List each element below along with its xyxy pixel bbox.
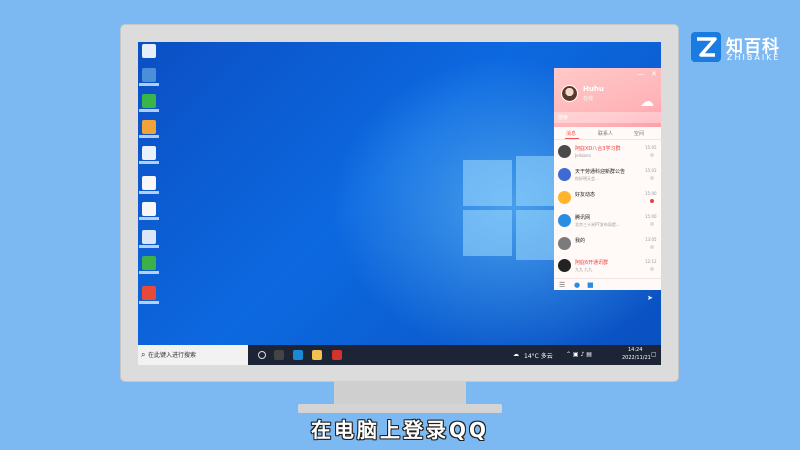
taskbar-search-input[interactable]: ⌕ 在此键入进行搜索 (138, 345, 248, 365)
monitor-base (298, 404, 502, 413)
message-preview: 北京三十米PT发布局提... (575, 222, 620, 227)
message-time: 15:00 (645, 214, 657, 219)
conversation-avatar-icon (558, 145, 571, 158)
taskbar-app-1-icon[interactable] (274, 350, 284, 360)
menu-icon[interactable]: ☰ (559, 281, 565, 289)
message-list-item[interactable]: 天干劳通科迎新群公告 你好明天会... 15:03 (554, 164, 661, 187)
mouse-cursor-icon: ➤ (647, 294, 653, 302)
tab-contacts[interactable]: 联系人 (598, 130, 613, 137)
desktop-icon-2[interactable] (142, 68, 156, 82)
tab-messages[interactable]: 消息 (566, 130, 576, 137)
unread-dot (650, 267, 654, 271)
logo-text-en: ZHIBAIKE (727, 53, 781, 62)
desktop-icon-label (139, 109, 159, 112)
monitor-neck (334, 381, 466, 404)
tab-space[interactable]: 空间 (634, 130, 644, 137)
file-transfer-icon[interactable]: ■ (587, 281, 594, 289)
message-time: 15:03 (645, 168, 657, 173)
unread-dot (650, 245, 654, 249)
qq-close-icon[interactable]: ✕ (651, 70, 657, 78)
message-title: 好友动态 (575, 192, 596, 198)
weather-icon: ☁ (513, 351, 519, 358)
message-title: 天干劳通科迎新群公告 (575, 169, 626, 175)
conversation-avatar-icon (558, 214, 571, 227)
message-list-item[interactable]: 腾讯网 北京三十米PT发布局提... 15:00 (554, 210, 661, 233)
message-preview: Jellubnn (575, 153, 592, 158)
unread-dot (650, 222, 654, 226)
taskview-icon[interactable] (258, 351, 266, 359)
desktop-icon-label (139, 135, 159, 138)
clock-time[interactable]: 14:24 (628, 347, 642, 353)
cloud-icon[interactable]: ☁ (640, 94, 654, 110)
qq-footer: ☰ ● ■ (554, 278, 661, 290)
wps-icon[interactable] (332, 350, 342, 360)
clock-date[interactable]: 2022/11/21 (622, 355, 651, 361)
active-tab-indicator (565, 138, 579, 139)
desktop-icon-1[interactable] (142, 44, 156, 58)
qq-search-input[interactable]: 搜索 (554, 112, 661, 123)
desktop-icon-9[interactable] (142, 256, 156, 270)
message-list-item[interactable]: 阿庇XD八合3学习群 Jellubnn 15:05 (554, 141, 661, 164)
avatar[interactable] (561, 85, 578, 102)
weather-text[interactable]: 14°C 多云 (524, 351, 553, 360)
desktop-screen: — ✕ Huhu 在线 ☁ 搜索 消息 联系人 空间 阿庇XD八合3学习群 Jel… (138, 42, 661, 365)
qq-main-window: — ✕ Huhu 在线 ☁ 搜索 消息 联系人 空间 阿庇XD八合3学习群 Jel… (554, 68, 661, 290)
message-list-item[interactable]: 好友动态 15:00 (554, 187, 661, 210)
message-time: 15:05 (645, 145, 657, 150)
desktop-icon-label (139, 301, 159, 304)
zhibaike-logo-icon (691, 32, 721, 62)
desktop-icon-3[interactable] (142, 94, 156, 108)
profile-name[interactable]: Huhu (583, 85, 604, 93)
conversation-avatar-icon (558, 191, 571, 204)
message-time: 13:05 (645, 237, 657, 242)
video-subtitle: 在电脑上登录QQ (310, 418, 489, 442)
taskbar: ⌕ 在此键入进行搜索 ☁ 14°C 多云 ⌃ ▣ ♪ ▤ 14:24 2022/… (138, 345, 661, 365)
desktop-icon-10[interactable] (142, 286, 156, 300)
desktop-icon-7[interactable] (142, 202, 156, 216)
message-preview: 你好明天会... (575, 176, 599, 181)
file-explorer-icon[interactable] (312, 350, 322, 360)
message-title: 阿庇6开通讯群 (575, 260, 609, 266)
message-title: 阿庇XD八合3学习群 (575, 146, 621, 152)
desktop-icon-label (139, 161, 159, 164)
notification-icon[interactable]: ▢ (651, 351, 657, 358)
desktop-icon-label (139, 245, 159, 248)
qq-minimize-icon[interactable]: — (637, 70, 644, 78)
desktop-icon-label (139, 83, 159, 86)
message-preview: 九九 九九 (575, 267, 593, 272)
search-icon: ⌕ (141, 350, 146, 359)
unread-dot (650, 176, 654, 180)
desktop-icon-label (139, 191, 159, 194)
desktop-icon-label (139, 271, 159, 274)
zhibaike-logo: 知百科 ZHIBAIKE (690, 31, 790, 65)
message-title: 我的 (575, 238, 586, 244)
contacts-icon[interactable]: ● (574, 281, 580, 289)
desktop-icon-8[interactable] (142, 230, 156, 244)
qq-tab-bar: 消息 联系人 空间 (554, 128, 661, 140)
desktop-icon-6[interactable] (142, 176, 156, 190)
message-title: 腾讯网 (575, 215, 591, 221)
message-list-item[interactable]: 我的 13:05 (554, 233, 661, 256)
message-time: 15:00 (645, 191, 657, 196)
desktop-icon-5[interactable] (142, 146, 156, 160)
profile-status[interactable]: 在线 (583, 95, 593, 102)
conversation-avatar-icon (558, 237, 571, 250)
monitor-frame: — ✕ Huhu 在线 ☁ 搜索 消息 联系人 空间 阿庇XD八合3学习群 Jel… (121, 25, 678, 381)
conversation-avatar-icon (558, 168, 571, 181)
unread-dot (650, 153, 654, 157)
qq-header: — ✕ Huhu 在线 ☁ 搜索 (554, 68, 661, 127)
unread-dot (650, 199, 654, 203)
taskbar-app-2-icon[interactable] (293, 350, 303, 360)
taskbar-search-placeholder: 在此键入进行搜索 (148, 352, 197, 359)
qq-search-placeholder: 搜索 (558, 115, 569, 121)
tray-icons[interactable]: ⌃ ▣ ♪ ▤ (566, 351, 592, 358)
desktop-icon-4[interactable] (142, 120, 156, 134)
conversation-avatar-icon (558, 259, 571, 272)
windows-logo-wallpaper (463, 156, 567, 260)
message-time: 12:12 (645, 259, 657, 264)
message-list-item[interactable]: 阿庇6开通讯群 九九 九九 12:12 (554, 255, 661, 278)
desktop-icon-label (139, 217, 159, 220)
